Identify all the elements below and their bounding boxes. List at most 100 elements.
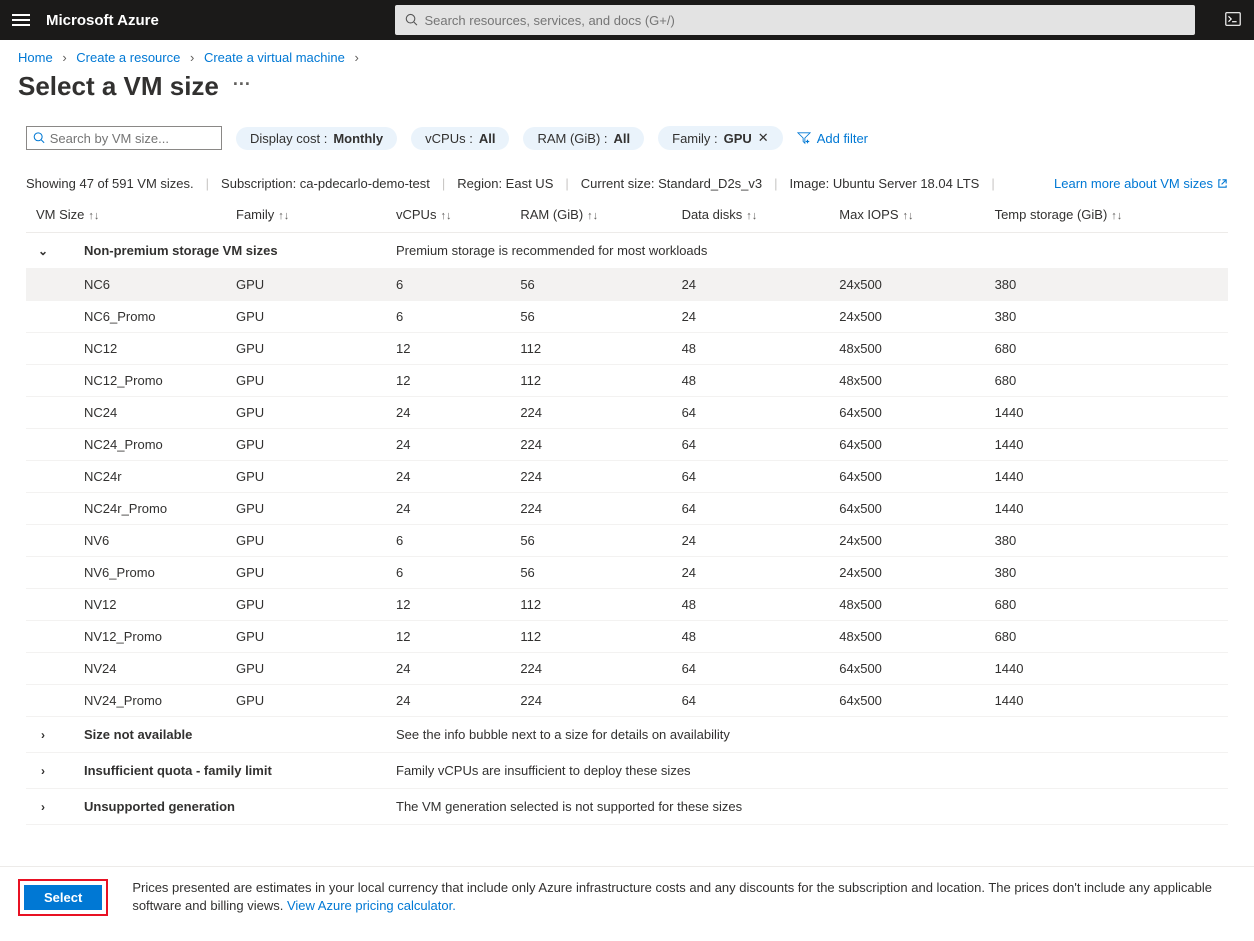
cell-disks: 64 (672, 493, 830, 525)
cell-vcpus: 12 (386, 621, 510, 653)
menu-icon[interactable] (12, 14, 30, 26)
cell-disks: 48 (672, 621, 830, 653)
cell-disks: 24 (672, 557, 830, 589)
table-row[interactable]: NV6GPU6562424x500380 (26, 525, 1228, 557)
cell-size: NC24r_Promo (26, 493, 226, 525)
cell-ram: 112 (510, 365, 671, 397)
table-row[interactable]: NC6GPU6562424x500380 (26, 269, 1228, 301)
chevron-right-icon[interactable]: › (36, 728, 50, 742)
col-vcpus[interactable]: vCPUs↑↓ (386, 201, 510, 233)
cell-vcpus: 24 (386, 493, 510, 525)
breadcrumb-create-vm[interactable]: Create a virtual machine (204, 50, 345, 65)
filter-display-cost[interactable]: Display cost : Monthly (236, 127, 397, 150)
sort-icon: ↑↓ (587, 210, 598, 222)
filter-family[interactable]: Family : GPU ✕ (658, 126, 783, 150)
group-name: Insufficient quota - family limit (56, 763, 272, 778)
info-row: Showing 47 of 591 VM sizes. | Subscripti… (0, 166, 1254, 201)
cell-family: GPU (226, 429, 386, 461)
select-button-highlight: Select (18, 879, 108, 916)
table-row[interactable]: NC24_PromoGPU242246464x5001440 (26, 429, 1228, 461)
cloud-shell-icon[interactable] (1224, 10, 1242, 31)
remove-filter-icon[interactable]: ✕ (758, 130, 769, 146)
table-row[interactable]: NC12GPU121124848x500680 (26, 333, 1228, 365)
vm-size-search-input[interactable] (50, 131, 215, 146)
cell-size: NV6_Promo (26, 557, 226, 589)
table-row[interactable]: NV12_PromoGPU121124848x500680 (26, 621, 1228, 653)
breadcrumb-create-resource[interactable]: Create a resource (76, 50, 180, 65)
cell-temp: 380 (985, 301, 1228, 333)
table-row[interactable]: NC24rGPU242246464x5001440 (26, 461, 1228, 493)
cell-temp: 1440 (985, 397, 1228, 429)
filter-ram[interactable]: RAM (GiB) : All (523, 127, 644, 150)
cell-iops: 48x500 (829, 589, 984, 621)
filter-vcpus[interactable]: vCPUs : All (411, 127, 509, 150)
cell-disks: 48 (672, 365, 830, 397)
cell-temp: 380 (985, 525, 1228, 557)
select-button[interactable]: Select (24, 885, 102, 910)
breadcrumb-home[interactable]: Home (18, 50, 53, 65)
page-title: Select a VM size ··· (0, 69, 1254, 116)
cell-temp: 680 (985, 621, 1228, 653)
chevron-right-icon[interactable]: › (36, 800, 50, 814)
col-temp-storage[interactable]: Temp storage (GiB)↑↓ (985, 201, 1228, 233)
add-filter-button[interactable]: Add filter (797, 131, 868, 146)
cell-family: GPU (226, 269, 386, 301)
more-actions-icon[interactable]: ··· (233, 74, 251, 95)
cell-iops: 64x500 (829, 493, 984, 525)
col-max-iops[interactable]: Max IOPS↑↓ (829, 201, 984, 233)
cell-ram: 56 (510, 557, 671, 589)
filter-bar: Display cost : Monthly vCPUs : All RAM (… (0, 116, 1254, 166)
chevron-right-icon: › (190, 50, 194, 65)
group-name: Size not available (56, 727, 192, 742)
chevron-right-icon: › (62, 50, 66, 65)
table-row[interactable]: NV6_PromoGPU6562424x500380 (26, 557, 1228, 589)
filter-icon (797, 131, 811, 145)
cell-vcpus: 6 (386, 557, 510, 589)
cell-size: NC24 (26, 397, 226, 429)
table-row[interactable]: NV12GPU121124848x500680 (26, 589, 1228, 621)
cell-size: NC12_Promo (26, 365, 226, 397)
cell-size: NC24_Promo (26, 429, 226, 461)
chevron-right-icon[interactable]: › (36, 764, 50, 778)
cell-ram: 56 (510, 301, 671, 333)
group-collapsed[interactable]: ›Size not availableSee the info bubble n… (26, 717, 1228, 753)
global-search-input[interactable] (424, 13, 1184, 28)
cell-iops: 64x500 (829, 461, 984, 493)
cell-ram: 224 (510, 653, 671, 685)
cell-vcpus: 6 (386, 269, 510, 301)
brand-label: Microsoft Azure (46, 12, 159, 29)
col-family[interactable]: Family↑↓ (226, 201, 386, 233)
cell-temp: 1440 (985, 653, 1228, 685)
table-row[interactable]: NV24GPU242246464x5001440 (26, 653, 1228, 685)
region-label: Region: East US (457, 176, 553, 191)
cell-family: GPU (226, 493, 386, 525)
cell-disks: 64 (672, 397, 830, 429)
table-row[interactable]: NV24_PromoGPU242246464x5001440 (26, 685, 1228, 717)
footer: Select Prices presented are estimates in… (0, 867, 1254, 928)
table-row[interactable]: NC6_PromoGPU6562424x500380 (26, 301, 1228, 333)
cell-disks: 64 (672, 653, 830, 685)
chevron-down-icon[interactable]: ⌄ (36, 244, 50, 258)
cell-disks: 48 (672, 589, 830, 621)
group-collapsed[interactable]: ›Unsupported generationThe VM generation… (26, 789, 1228, 825)
col-ram[interactable]: RAM (GiB)↑↓ (510, 201, 671, 233)
table-row[interactable]: NC24r_PromoGPU242246464x5001440 (26, 493, 1228, 525)
pricing-calculator-link[interactable]: View Azure pricing calculator. (287, 898, 456, 913)
learn-more-link[interactable]: Learn more about VM sizes (1054, 176, 1228, 191)
cell-ram: 56 (510, 525, 671, 557)
table-row[interactable]: NC24GPU242246464x5001440 (26, 397, 1228, 429)
table-row[interactable]: NC12_PromoGPU121124848x500680 (26, 365, 1228, 397)
group-non-premium[interactable]: ⌄Non-premium storage VM sizes Premium st… (26, 233, 1228, 269)
cell-disks: 48 (672, 333, 830, 365)
group-collapsed[interactable]: ›Insufficient quota - family limitFamily… (26, 753, 1228, 789)
cell-vcpus: 24 (386, 685, 510, 717)
cell-iops: 64x500 (829, 685, 984, 717)
col-vm-size[interactable]: VM Size↑↓ (26, 201, 226, 233)
vm-size-search[interactable] (26, 126, 222, 150)
col-data-disks[interactable]: Data disks↑↓ (672, 201, 830, 233)
cell-iops: 48x500 (829, 365, 984, 397)
cell-iops: 48x500 (829, 621, 984, 653)
global-search[interactable] (395, 5, 1195, 35)
cell-vcpus: 6 (386, 525, 510, 557)
cell-ram: 112 (510, 621, 671, 653)
